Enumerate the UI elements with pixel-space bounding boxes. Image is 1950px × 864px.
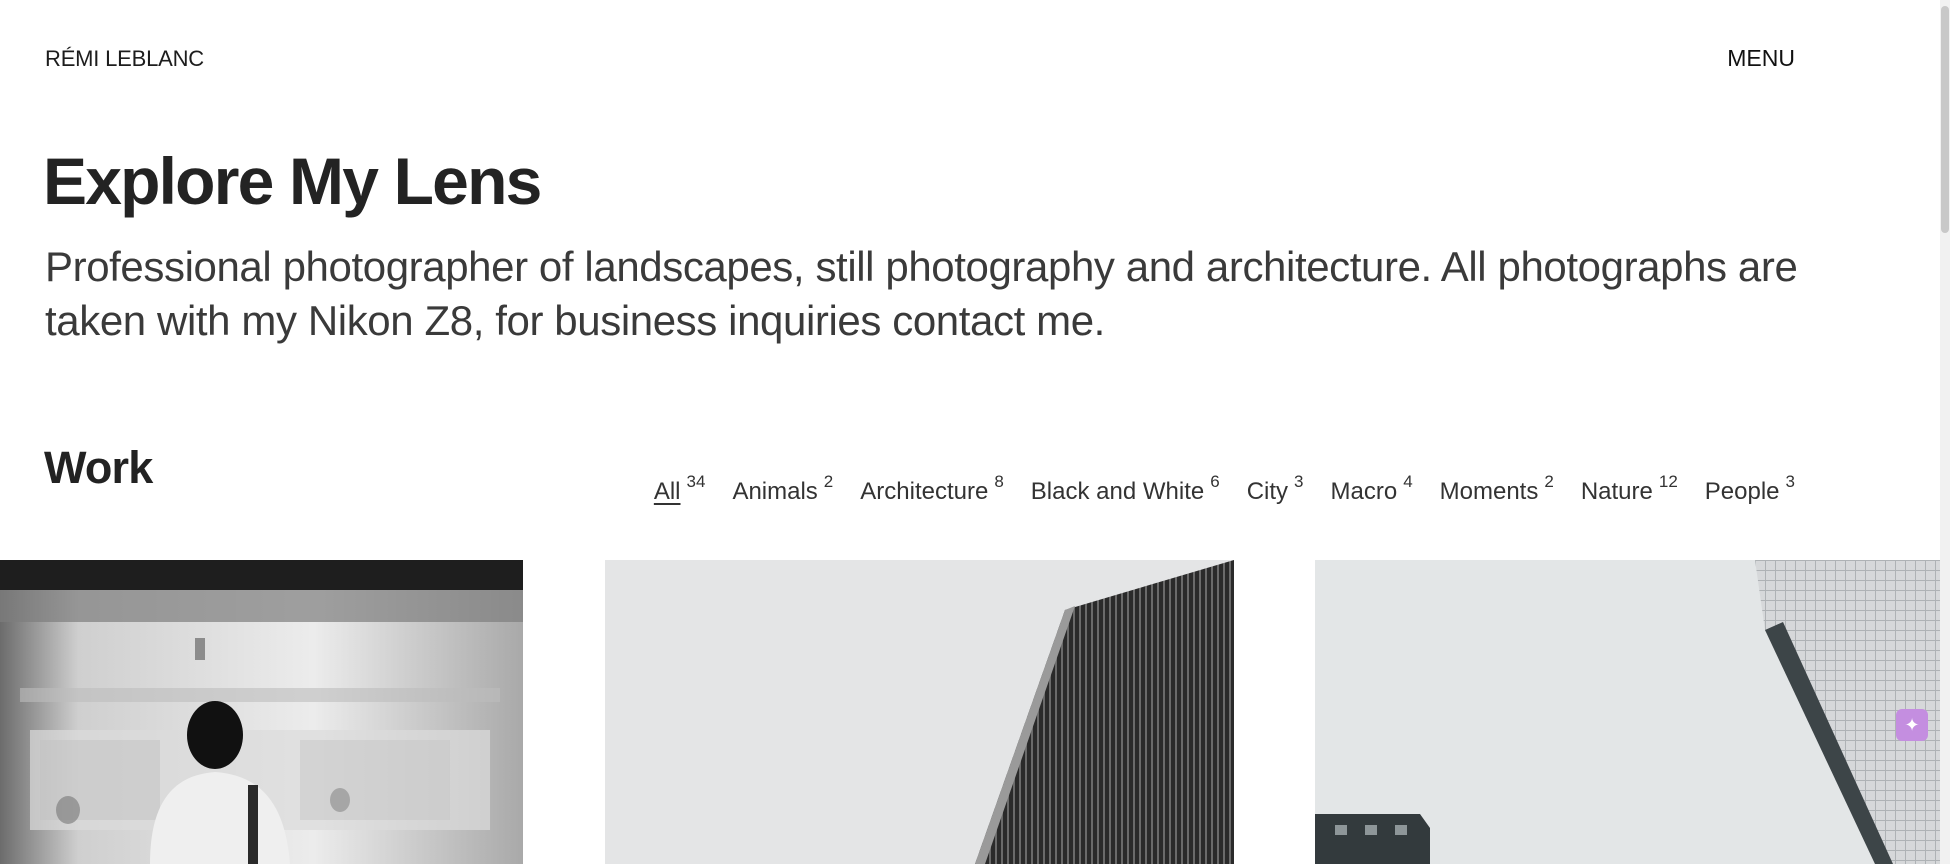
filter-macro[interactable]: Macro 4: [1331, 467, 1413, 517]
filter-count: 34: [686, 472, 706, 491]
scrollbar-thumb[interactable]: [1941, 6, 1949, 233]
filter-label: Nature: [1580, 478, 1653, 505]
filter-count: 2: [1544, 472, 1554, 491]
filter-count: 3: [1294, 472, 1304, 491]
hero-description: Professional photographer of landscapes,…: [45, 243, 1798, 344]
page-title: Explore My Lens: [43, 144, 542, 218]
filter-label: Black and White: [1030, 478, 1205, 505]
filter-people[interactable]: People 3: [1705, 467, 1795, 517]
filter-label: Architecture: [860, 478, 989, 505]
tall-white-tiled-tower-photo[interactable]: [1315, 560, 1940, 864]
dark-striped-building-photo[interactable]: [605, 560, 1234, 864]
filter-all[interactable]: All 34: [654, 467, 706, 517]
filter-label: City: [1246, 478, 1289, 505]
filter-animals[interactable]: Animals 2: [732, 467, 833, 517]
work-section-title: Work: [44, 442, 153, 493]
filter-label: All: [653, 478, 681, 505]
site-brand[interactable]: RÉMI LEBLANC: [45, 46, 204, 72]
woman-in-subway-station-photo[interactable]: [0, 560, 523, 864]
filter-count: 8: [994, 472, 1004, 491]
photo-gallery: [0, 560, 1940, 864]
sparkle-icon[interactable]: ✦: [1896, 709, 1928, 741]
filter-architecture[interactable]: Architecture 8: [860, 467, 1004, 517]
category-filter-bar: All 34 Animals 2 Architecture 8 Black an…: [654, 467, 1795, 517]
filter-label: Macro: [1330, 478, 1398, 505]
filter-black-and-white[interactable]: Black and White 6: [1031, 467, 1220, 517]
filter-label: People: [1704, 478, 1780, 505]
filter-count: 6: [1210, 472, 1220, 491]
filter-label: Animals: [732, 478, 818, 505]
page-scrollbar[interactable]: [1940, 0, 1950, 864]
filter-label: Moments: [1439, 478, 1539, 505]
menu-button[interactable]: MENU: [1727, 45, 1795, 72]
filter-count: 2: [823, 472, 834, 491]
filter-count: 4: [1403, 472, 1413, 491]
filter-city[interactable]: City 3: [1247, 467, 1304, 517]
filter-count: 3: [1785, 472, 1795, 491]
filter-moments[interactable]: Moments 2: [1440, 467, 1554, 517]
site-header: RÉMI LEBLANC MENU: [45, 45, 1795, 76]
filter-nature[interactable]: Nature 12: [1581, 467, 1678, 517]
filter-count: 12: [1658, 472, 1678, 491]
